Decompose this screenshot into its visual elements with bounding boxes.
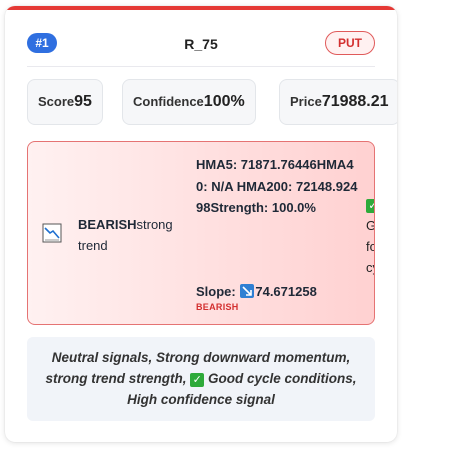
hma-values: HMA5: 71871.76446HMA40: N/A HMA200: 7214…	[196, 154, 364, 219]
metrics-row: Score95 Confidence100% Price71988.21	[27, 79, 397, 125]
cycle-status: ✓ Good for cycle	[366, 194, 374, 278]
slope-label: Slope:	[196, 284, 236, 299]
signal-card: #1 R_75 PUT Score95 Confidence100% Price…	[5, 6, 397, 442]
trend-summary: BEARISHstrong trend	[78, 214, 190, 256]
slope-row: Slope: 74.671258	[196, 282, 317, 302]
arrow-down-right-icon	[240, 284, 255, 298]
card-top-accent	[5, 6, 397, 10]
slope-direction: BEARISH	[196, 302, 239, 312]
strength-label: Strength:	[210, 200, 269, 215]
check-mark-icon: ✓	[366, 199, 374, 213]
metric-label: Price	[290, 94, 322, 109]
slope-value: 74.671258	[255, 284, 317, 299]
trend-direction: BEARISH	[78, 217, 137, 232]
metric-label: Score	[38, 94, 75, 109]
symbol-title: R_75	[184, 36, 218, 52]
cycle-line: cycle	[366, 260, 374, 275]
metric-value: 95	[74, 93, 92, 110]
metric-value: 71988.21	[321, 93, 389, 110]
metric-label: Confidence	[133, 94, 204, 109]
trend-panel: BEARISHstrong trend HMA5: 71871.76446HMA…	[27, 141, 375, 325]
cycle-line: for	[366, 239, 374, 254]
metric-score: Score95	[27, 79, 103, 125]
hma5-label: HMA5:	[196, 157, 238, 172]
card-header: #1 R_75 PUT	[27, 28, 375, 60]
hma5-value: 71871.76446	[240, 157, 317, 172]
metric-confidence: Confidence100%	[122, 79, 256, 125]
metric-price: Price71988.21	[279, 79, 397, 125]
metric-value: 100%	[203, 93, 245, 110]
strength-value: 100.0%	[271, 200, 316, 215]
hma200-label: HMA200:	[236, 178, 293, 194]
header-divider	[27, 66, 375, 67]
check-mark-icon: ✓	[190, 373, 205, 387]
chart-decreasing-icon	[42, 223, 62, 243]
cycle-line: Good	[366, 215, 374, 236]
direction-badge: PUT	[325, 31, 375, 55]
signal-summary: Neutral signals, Strong downward momentu…	[27, 337, 375, 421]
hma40-value: N/A	[211, 178, 234, 194]
